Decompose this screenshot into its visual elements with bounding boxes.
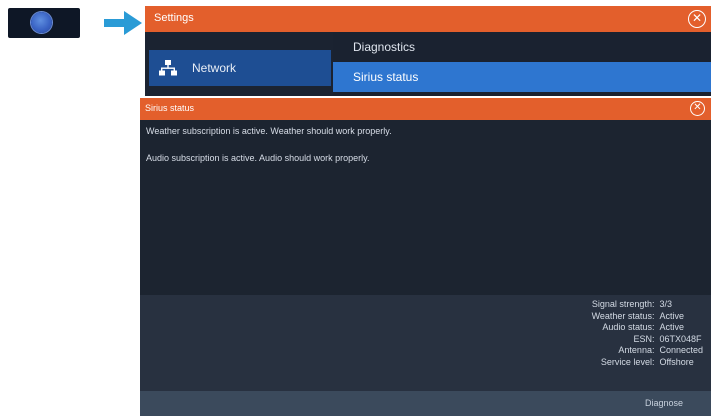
home-button[interactable] [8,8,80,38]
status-panel: Signal strength: 3/3 Weather status: Act… [140,295,711,391]
menu-item-diagnostics[interactable]: Diagnostics [333,32,711,62]
status-value: Connected [659,345,703,356]
dialog-body: Weather subscription is active. Weather … [140,120,711,295]
status-row: Antenna: Connected [588,345,703,357]
status-key: Service level: [600,356,655,367]
status-key: Signal strength: [591,299,655,309]
sidebar-item-network[interactable]: Network [149,50,331,86]
status-key: Weather status: [591,310,655,321]
status-value: 06TX048F [659,333,702,344]
sirius-status-dialog: Sirius status ✕ Weather subscription is … [140,98,711,416]
settings-window: Settings ✕ Network Diagnostics Sirius st… [145,6,711,96]
status-value: Offshore [659,356,694,367]
status-value: 3/3 [659,299,672,309]
diagnose-button[interactable]: Diagnose [645,398,683,408]
settings-title-bar: Settings ✕ [145,6,711,32]
status-value: Active [659,310,684,321]
home-icon [31,12,52,33]
settings-right-pane: Diagnostics Sirius status [333,32,711,96]
menu-item-sirius-status[interactable]: Sirius status [333,62,711,92]
settings-close-icon[interactable]: ✕ [688,10,706,28]
status-key: ESN: [633,333,655,344]
settings-title: Settings [154,12,194,24]
status-value: Active [659,322,684,333]
settings-left-pane: Network [145,32,333,96]
status-key: Antenna: [618,345,655,356]
status-row: Service level: Offshore [588,357,703,369]
pointer-arrow-icon [104,11,142,35]
dialog-title-bar: Sirius status ✕ [140,98,711,120]
status-key: Audio status: [602,322,655,333]
network-icon [159,60,177,76]
dialog-bottom-bar: Diagnose [140,391,711,416]
audio-message: Audio subscription is active. Audio shou… [146,153,370,163]
dialog-close-icon[interactable]: ✕ [690,101,705,116]
status-row: Audio status: Active [588,322,703,334]
status-row: Weather status: Active [588,311,703,323]
sidebar-item-label: Network [192,61,237,75]
status-table: Signal strength: 3/3 Weather status: Act… [588,299,703,369]
weather-message: Weather subscription is active. Weather … [146,126,392,136]
status-row: ESN: 06TX048F [588,334,703,346]
status-row: Signal strength: 3/3 [588,299,703,311]
dialog-title: Sirius status [145,103,195,113]
